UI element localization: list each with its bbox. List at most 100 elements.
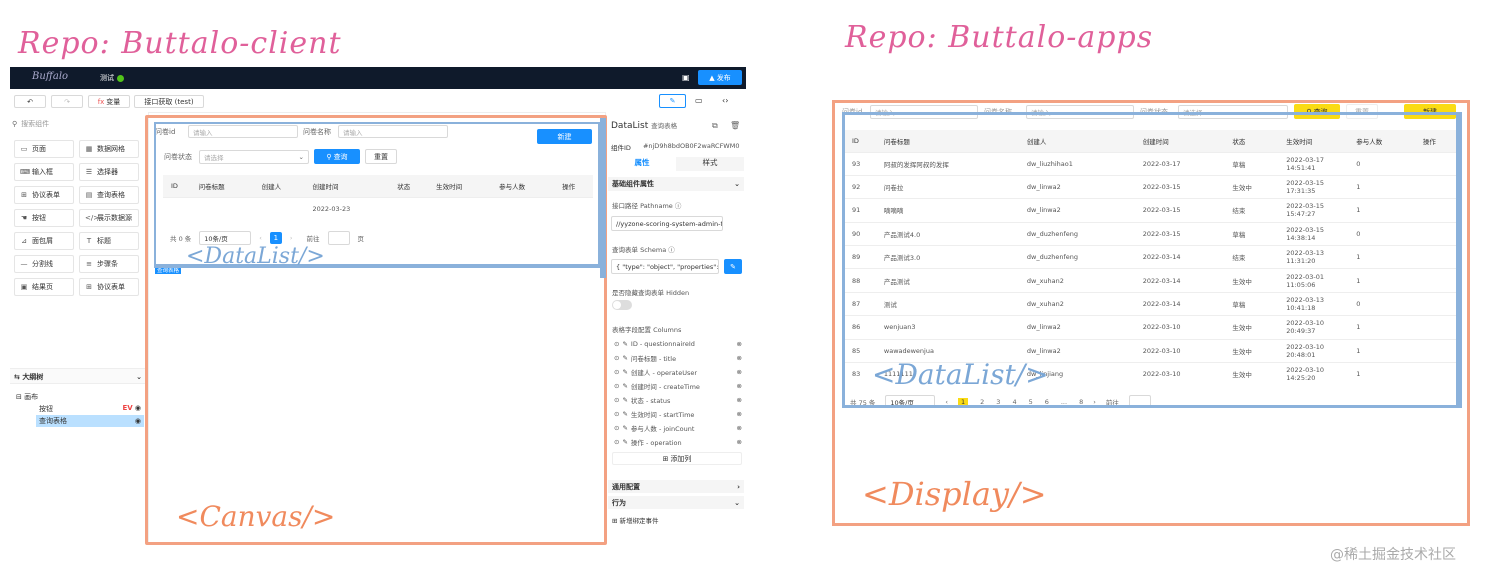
column-config-label: ID - questionnaireId <box>630 340 695 348</box>
pathname-input[interactable]: //yyzone-scoring-system-admin-t <box>611 216 723 231</box>
drag-handle-icon[interactable]: ⊙ <box>614 340 619 348</box>
pencil-icon[interactable]: ✎ <box>622 354 627 362</box>
schema-input[interactable]: { "type": "object", "properties": <box>611 259 719 274</box>
pencil-icon[interactable]: ✎ <box>622 410 627 418</box>
component-item[interactable]: ⊿ 面包屑 <box>14 232 74 250</box>
component-item[interactable]: </> 展示数据源 <box>79 209 139 227</box>
component-icon: ▭ <box>20 145 28 153</box>
display-annotation-label: <Display/> <box>862 475 1047 513</box>
pencil-icon[interactable]: ✎ <box>622 382 627 390</box>
eye-icon[interactable]: ◉ <box>135 417 141 425</box>
env-indicator[interactable]: 测试 <box>100 73 124 83</box>
props-title: DataList 查询表格 <box>611 121 678 131</box>
section-behavior[interactable]: 行为 ⌄ <box>608 496 744 509</box>
section-general[interactable]: 通用配置 › <box>608 480 744 493</box>
variables-button[interactable]: fx 变量 <box>88 95 130 108</box>
remove-icon[interactable]: ⊗ <box>737 368 742 376</box>
section-basic[interactable]: 基础组件属性 ⌄ <box>608 177 744 191</box>
remove-icon[interactable]: ⊗ <box>737 340 742 348</box>
column-config-item[interactable]: ⊙ ✎ 操作 - operation ⊗ <box>614 435 742 449</box>
pencil-icon[interactable]: ✎ <box>622 424 627 432</box>
edit-mode-button[interactable]: ✎ <box>659 94 686 108</box>
drag-handle-icon[interactable]: ⊙ <box>614 382 619 390</box>
hidden-toggle[interactable] <box>612 300 632 310</box>
component-item[interactable]: ▭ 页面 <box>14 140 74 158</box>
drag-handle-icon[interactable]: ⊙ <box>614 396 619 404</box>
pencil-icon[interactable]: ✎ <box>622 396 627 404</box>
component-search[interactable]: ⚲ 搜索组件 <box>12 117 142 131</box>
remove-icon[interactable]: ⊗ <box>737 424 742 432</box>
column-config-item[interactable]: ⊙ ✎ 创建时间 - createTime ⊗ <box>614 379 742 393</box>
copy-icon[interactable]: ⧉ <box>712 121 718 131</box>
component-item[interactable]: ≡ 步骤条 <box>79 255 139 273</box>
remove-icon[interactable]: ⊗ <box>737 410 742 418</box>
component-label: 步骤条 <box>97 260 118 268</box>
component-icon: ⊞ <box>21 191 27 199</box>
component-item[interactable]: T 标题 <box>79 232 139 250</box>
api-fetch-button[interactable]: 接口获取 (test) <box>134 95 204 108</box>
column-config-item[interactable]: ⊙ ✎ 生效时间 - startTime ⊗ <box>614 407 742 421</box>
remove-icon[interactable]: ⊗ <box>737 354 742 362</box>
columns-list: ⊙ ✎ ID - questionnaireId ⊗ ⊙ ✎ 问卷标题 - title ⊗ ⊙ ✎… <box>614 337 742 449</box>
component-item[interactable]: ▤ 查询表格 <box>79 186 139 204</box>
preview-monitor-icon[interactable]: ▭ <box>695 96 703 105</box>
editor-topbar: Buffalo 测试 ▣ ▲ 发布 <box>10 67 746 89</box>
drag-handle-icon[interactable]: ⊙ <box>614 410 619 418</box>
delete-icon[interactable]: 🗑 <box>730 121 740 130</box>
eye-icon[interactable]: ◉ <box>135 404 141 412</box>
remove-icon[interactable]: ⊗ <box>737 396 742 404</box>
pencil-icon[interactable]: ✎ <box>622 438 627 446</box>
component-item[interactable]: ▦ 数据网格 <box>79 140 139 158</box>
outline-node-datalist[interactable]: 查询表格 ◉ <box>36 415 144 427</box>
outline-root[interactable]: ⊟ 画布 <box>16 392 38 402</box>
column-config-item[interactable]: ⊙ ✎ ID - questionnaireId ⊗ <box>614 337 742 351</box>
props-tabs: 属性 样式 <box>608 157 744 171</box>
tab-style[interactable]: 样式 <box>676 157 744 171</box>
add-column-button[interactable]: ⊞ 添加列 <box>612 452 742 465</box>
tree-collapse-icon: ⊟ <box>16 393 25 401</box>
redo-button[interactable]: ↷ <box>51 95 83 108</box>
pencil-icon[interactable]: ✎ <box>622 340 627 348</box>
publish-button[interactable]: ▲ 发布 <box>698 70 742 85</box>
event-badge: EV <box>122 404 133 412</box>
component-label: 页面 <box>32 145 46 153</box>
drag-handle-icon[interactable]: ⊙ <box>614 438 619 446</box>
outline-node-button[interactable]: 按钮 EV ◉ <box>36 404 144 415</box>
component-item[interactable]: ⊞ 协议表单 <box>79 278 139 296</box>
component-item[interactable]: ☚ 按钮 <box>14 209 74 227</box>
component-label: 按钮 <box>32 214 46 222</box>
component-label: 展示数据源 <box>97 214 132 222</box>
code-icon[interactable]: ‹› <box>722 96 728 105</box>
column-config-item[interactable]: ⊙ ✎ 问卷标题 - title ⊗ <box>614 351 742 365</box>
add-event-button[interactable]: ⊞ 新增绑定事件 <box>612 515 659 525</box>
component-icon: ☚ <box>20 214 28 222</box>
undo-button[interactable]: ↶ <box>14 95 46 108</box>
outline-header[interactable]: ⇆ 大纲树 ⌄ <box>10 368 146 384</box>
component-label: 数据网格 <box>97 145 125 153</box>
schema-edit-button[interactable]: ✎ <box>724 259 742 274</box>
component-icon: ⊞ <box>86 283 92 291</box>
component-item[interactable]: ☰ 选择器 <box>79 163 139 181</box>
component-item[interactable]: ⌨ 输入框 <box>14 163 74 181</box>
remove-icon[interactable]: ⊗ <box>737 438 742 446</box>
env-status-icon <box>117 74 124 82</box>
column-config-label: 参与人数 - joinCount <box>630 425 695 433</box>
remove-icon[interactable]: ⊗ <box>737 382 742 390</box>
column-config-item[interactable]: ⊙ ✎ 创建人 - operateUser ⊗ <box>614 365 742 379</box>
column-config-item[interactable]: ⊙ ✎ 参与人数 - joinCount ⊗ <box>614 421 742 435</box>
drag-handle-icon[interactable]: ⊙ <box>614 368 619 376</box>
pencil-icon[interactable]: ✎ <box>622 368 627 376</box>
component-item[interactable]: — 分割线 <box>14 255 74 273</box>
drag-handle-icon[interactable]: ⊙ <box>614 424 619 432</box>
column-config-label: 创建人 - operateUser <box>630 369 698 377</box>
save-icon[interactable]: ▣ <box>682 73 690 82</box>
component-item[interactable]: ▣ 结果页 <box>14 278 74 296</box>
column-config-item[interactable]: ⊙ ✎ 状态 - status ⊗ <box>614 393 742 407</box>
component-icon: ▣ <box>20 283 28 291</box>
component-item[interactable]: ⊞ 协议表单 <box>14 186 74 204</box>
component-label: 分割线 <box>32 260 53 268</box>
pencil-icon: ✎ <box>730 262 736 271</box>
drag-handle-icon[interactable]: ⊙ <box>614 354 619 362</box>
column-config-label: 创建时间 - createTime <box>630 383 700 391</box>
tab-props[interactable]: 属性 <box>608 157 676 171</box>
